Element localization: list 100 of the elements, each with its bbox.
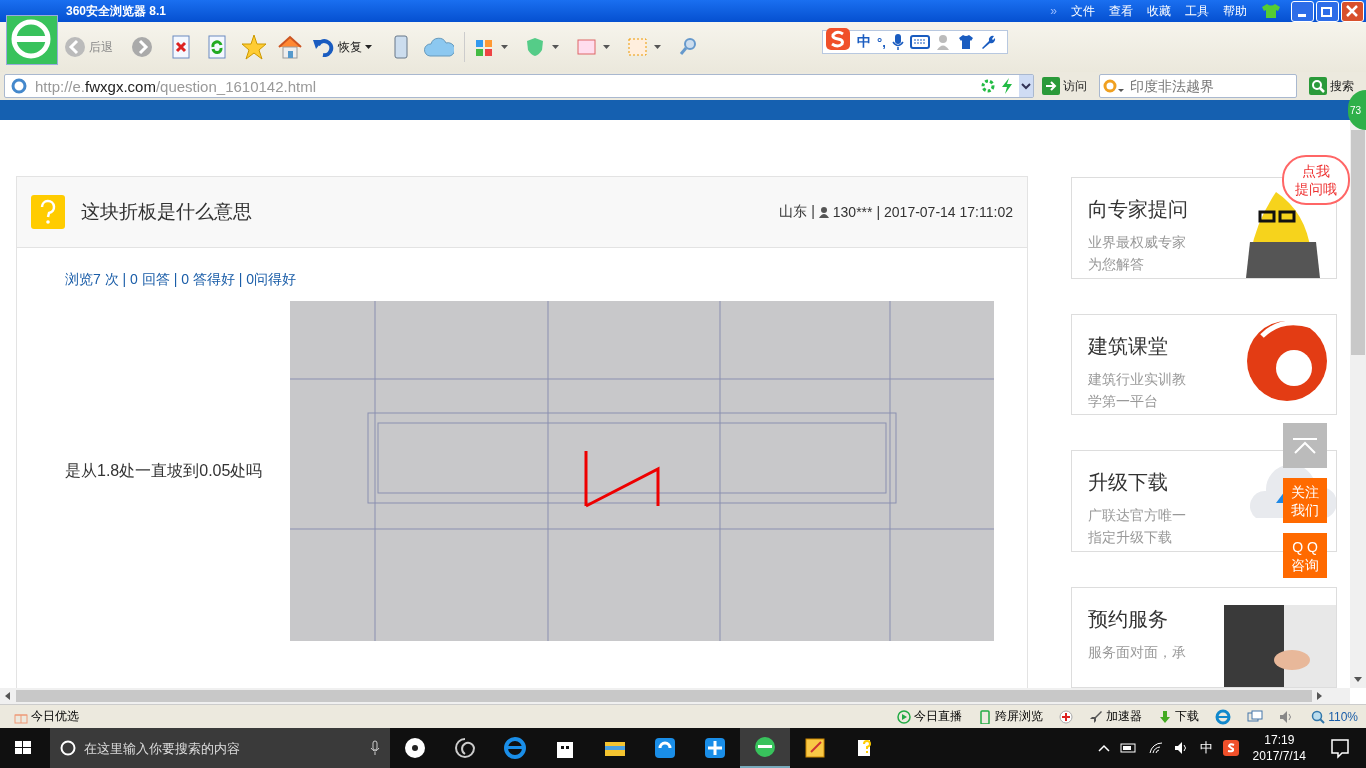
visit-button[interactable]: 访问 [1042,77,1087,95]
search-icon [1309,77,1327,95]
screenshot-icon [628,37,647,57]
question-date: | 2017-07-14 17:11:02 [876,204,1013,220]
apps-icon [475,37,494,57]
microphone-icon[interactable] [891,33,904,51]
restore-tabs-button[interactable]: 恢复 [313,37,372,57]
promo-description: 业界最权威专家 [1088,233,1187,252]
question-mark-icon [31,195,65,229]
user-icon [818,206,829,218]
translate-menu-button[interactable] [577,37,610,57]
window-title: 360安全浏览器 8.1 [66,2,167,20]
caret-icon [501,44,508,50]
scroll-left-arrow-icon[interactable] [5,692,10,700]
shirt-icon[interactable] [1261,3,1281,19]
windows-icon[interactable] [1247,709,1264,724]
promo-title: 建筑课堂 [1088,333,1169,359]
menu-item[interactable]: 帮助 [1223,2,1247,20]
phone-icon [978,709,993,724]
scrollbar-thumb[interactable] [16,690,1312,702]
lightning-icon [1001,78,1013,94]
stop-button[interactable] [171,35,191,59]
promo-description: 学第一平台 [1088,391,1159,411]
caret-icon [603,44,610,50]
promo-title: 向专家提问 [1088,197,1188,222]
promo-card[interactable]: 建筑课堂 建筑行业实训教 学第一平台 [1071,313,1337,415]
promo-card[interactable]: 预约服务 服务面对面，承 [1071,586,1337,688]
undo-arrow-icon [313,37,335,57]
sogou-tray-icon[interactable] [1222,740,1239,756]
taskbar-clock[interactable]: 17:19 2017/7/14 [1252,732,1306,764]
menu-item[interactable]: 工具 [1185,2,1209,20]
magnifier-icon[interactable] [679,37,697,57]
browser-app-icon [753,735,777,759]
ime-indicator[interactable]: 中 [1199,739,1213,757]
question-text: 是从1.8处一直坡到0.05处吗 [65,460,264,481]
wifi-icon[interactable] [1147,741,1164,755]
cortana-circle-icon [60,740,76,756]
close-button[interactable] [1341,0,1364,22]
tshirt-icon[interactable] [957,34,974,50]
question-region: 山东 | [779,203,815,221]
promo-description: 为您解答 [1088,255,1145,274]
swirl-app-icon [653,736,677,760]
search-field[interactable]: 印度非法越界 [1099,74,1297,98]
ask-question-bubble[interactable]: 点我 提问哦 [1282,155,1350,205]
shield-menu-button[interactable] [526,37,559,57]
status-button[interactable]: 下载 [1158,708,1200,725]
chevron-up-icon [1292,437,1318,454]
promo-description: 广联达官方唯一 [1088,506,1186,525]
medical-icon[interactable] [1059,709,1074,724]
menu-item[interactable]: 查看 [1109,2,1133,20]
translate-icon [577,37,596,57]
promo-title: 升级下载 [1088,470,1169,495]
status-button[interactable]: 加速器 [1089,708,1143,725]
status-button[interactable]: 跨屏浏览 [978,708,1044,725]
caret-icon [654,44,661,50]
question-stats: 浏览7 次 | 0 回答 | 0 答得好 | 0问得好 [65,271,298,289]
magnifier-icon [1311,709,1326,724]
address-field[interactable]: http://e.fwxgx.com/question_1610142.html [4,74,1034,98]
spiral-app-icon [453,736,477,760]
ime-mode-button[interactable]: 中 [857,33,871,51]
caret-icon [365,44,372,50]
plus-app-icon [703,736,727,760]
question-title: 这块折板是什么意思 [81,200,252,224]
sogou-logo-icon[interactable] [825,27,851,51]
arrow-right-icon [1042,77,1060,95]
minimize-button[interactable] [1291,0,1314,22]
notepad-app-icon [803,736,827,760]
restore-button[interactable] [1316,0,1339,22]
play-circle-icon [897,709,912,724]
scroll-right-arrow-icon[interactable] [1317,692,1322,700]
apps-menu-button[interactable] [475,37,508,57]
question-user: 130*** [832,204,873,220]
status-button[interactable]: 今日直播 [897,708,963,725]
promo-description: 建筑行业实训教 [1088,369,1186,389]
screenshot-menu-button[interactable] [628,37,661,57]
battery-icon[interactable] [1119,743,1138,753]
promo-description: 服务面对面，承 [1088,642,1186,662]
refresh-button[interactable] [207,35,227,59]
caret-icon [552,44,559,50]
taskbar-search-field[interactable]: 在这里输入你要搜索的内容 [50,728,390,768]
keyboard-icon[interactable] [909,35,930,49]
zoom-button[interactable]: 110% [1311,709,1358,724]
scroll-down-arrow-icon[interactable] [1354,677,1362,682]
microphone-icon[interactable] [370,740,380,756]
scrollbar-thumb[interactable] [1351,130,1365,355]
today-picks-button[interactable]: 今日优选 [14,708,79,725]
menu-item[interactable]: 文件 [1071,2,1095,20]
dropdown-button[interactable] [1019,75,1033,97]
star-icon[interactable] [241,34,267,60]
globe-icon [11,78,27,94]
punctuation-button[interactable]: °, [877,34,886,50]
shield-icon [526,37,545,57]
promo-description: 指定升级下载 [1088,528,1173,547]
home-icon[interactable] [277,34,303,60]
taskbar-app-button[interactable] [740,728,790,768]
download-arrow-icon [1158,709,1173,724]
promo-title: 预约服务 [1088,606,1169,632]
chevron-up-icon[interactable] [1097,744,1110,752]
menu-item[interactable]: 收藏 [1147,2,1171,20]
loading-icon [981,79,995,93]
